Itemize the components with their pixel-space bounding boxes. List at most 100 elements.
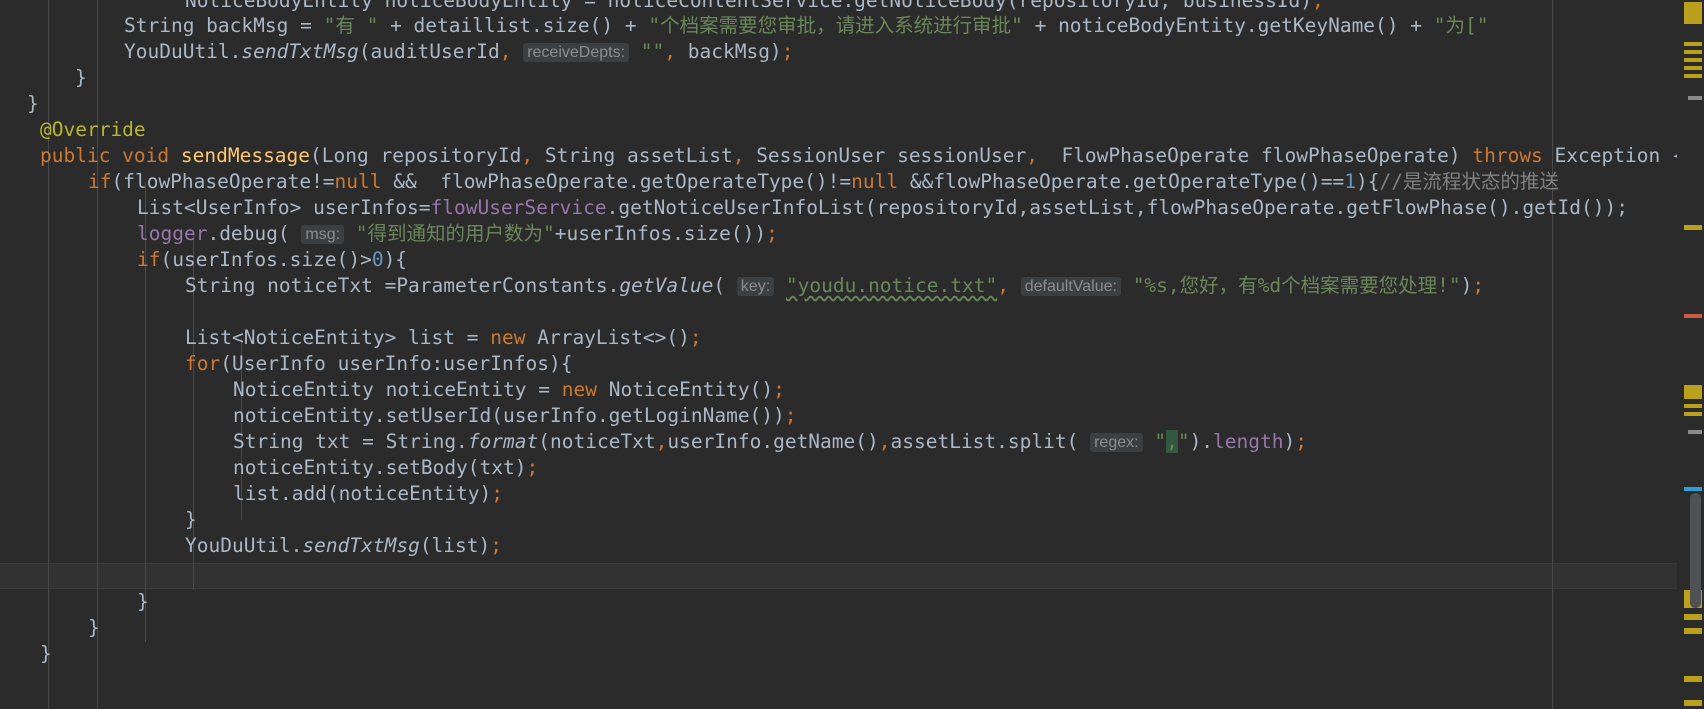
right-margin-line bbox=[1552, 0, 1553, 709]
error-stripe-marker-warn[interactable] bbox=[1684, 628, 1702, 634]
code-line[interactable]: } bbox=[0, 641, 52, 667]
code-line[interactable]: List<NoticeEntity> list = new ArrayList<… bbox=[0, 325, 702, 351]
inline-parameter-hint: defaultValue: bbox=[1020, 277, 1121, 296]
code-token-semi: ; bbox=[773, 378, 785, 401]
code-line[interactable]: for(UserInfo userInfo:userInfos){ bbox=[0, 351, 572, 377]
code-token-ident: (auditUserId bbox=[358, 40, 500, 63]
code-token-ident: userInfo.getName() bbox=[667, 430, 879, 453]
code-line[interactable]: String txt = String.format(noticeTxt,use… bbox=[0, 429, 1307, 455]
error-stripe-marker-warn[interactable] bbox=[1684, 50, 1702, 54]
code-token-keyword: public void bbox=[40, 144, 181, 167]
code-token-static: sendTxtMsg bbox=[302, 534, 420, 557]
code-token-ident: (noticeTxt bbox=[538, 430, 656, 453]
code-line[interactable]: List<UserInfo> userInfos=flowUserService… bbox=[0, 195, 1628, 221]
code-line[interactable]: String backMsg = "有 " + detaillist.size(… bbox=[0, 13, 1488, 39]
code-token-ident: Exception { bbox=[1542, 144, 1677, 167]
code-line[interactable]: } bbox=[0, 507, 197, 533]
code-token-keyword: new bbox=[490, 326, 526, 349]
code-token-semi: ; bbox=[781, 40, 794, 63]
error-stripe-marker-warn[interactable] bbox=[1684, 404, 1702, 408]
code-token-string: "得到通知的用户数为" bbox=[355, 222, 555, 245]
code-token-semi: ; bbox=[1295, 430, 1307, 453]
error-stripe-marker-warn[interactable] bbox=[1684, 676, 1702, 682]
code-token-ident: String backMsg = bbox=[124, 14, 324, 37]
error-stripe-marker-warn[interactable] bbox=[1684, 614, 1702, 620]
error-stripe-marker-err[interactable] bbox=[1684, 314, 1702, 318]
code-line[interactable]: } bbox=[0, 91, 39, 117]
code-line[interactable] bbox=[0, 299, 185, 325]
code-line[interactable]: } bbox=[0, 615, 100, 641]
error-stripe-marker-warn[interactable] bbox=[1684, 66, 1702, 70]
code-token-keyword: if bbox=[88, 170, 112, 193]
error-stripe-marker-warn[interactable] bbox=[1684, 225, 1702, 230]
code-token-ident bbox=[1121, 274, 1133, 297]
code-token-ident bbox=[1143, 430, 1155, 453]
code-line[interactable] bbox=[0, 559, 185, 585]
code-token-ident: String assetList bbox=[533, 144, 733, 167]
code-token-keyword: null bbox=[851, 170, 899, 193]
code-editor[interactable]: NoticeBodyEntity noticeBodyEntity = noti… bbox=[0, 0, 1677, 709]
code-token-ident: noticeEntity.setUserId(userInfo.getLogin… bbox=[233, 404, 785, 427]
code-token-ident: ) bbox=[1460, 274, 1473, 297]
error-stripe-marker-warn[interactable] bbox=[1684, 74, 1702, 78]
code-token-ident: ( bbox=[713, 274, 737, 297]
error-stripe-marker-warn[interactable] bbox=[1684, 385, 1702, 399]
code-line[interactable]: list.add(noticeEntity); bbox=[0, 481, 503, 507]
vertical-scrollbar-thumb[interactable] bbox=[1690, 493, 1701, 608]
code-token-comma: , bbox=[997, 274, 1009, 297]
code-token-ident bbox=[629, 40, 641, 63]
code-line[interactable]: noticeEntity.setUserId(userInfo.getLogin… bbox=[0, 403, 797, 429]
code-token-ident: } bbox=[137, 590, 149, 613]
code-token-ident: SessionUser sessionUser bbox=[744, 144, 1027, 167]
error-stripe-marker-blue[interactable] bbox=[1684, 487, 1702, 491]
code-token-ident: } bbox=[185, 508, 197, 531]
inline-parameter-hint: msg: bbox=[301, 225, 345, 244]
code-token-comma: , bbox=[499, 40, 512, 63]
code-line[interactable]: logger.debug( msg: "得到通知的用户数为"+userInfos… bbox=[0, 221, 778, 247]
code-token-semi: ; bbox=[490, 534, 503, 557]
code-token-ident: ArrayList<>() bbox=[525, 326, 690, 349]
code-line[interactable]: if(userInfos.size()>0){ bbox=[0, 247, 407, 273]
code-line[interactable]: YouDuUtil.sendTxtMsg(auditUserId, receiv… bbox=[0, 39, 793, 65]
code-token-ident bbox=[1009, 274, 1021, 297]
code-token-ident: (userInfos.size()> bbox=[160, 248, 372, 271]
code-token-keyword: if bbox=[137, 248, 161, 271]
code-token-method: sendMessage bbox=[180, 144, 311, 167]
code-token-semi: ; bbox=[491, 482, 504, 505]
error-stripe-marker-bar[interactable] bbox=[1677, 0, 1704, 709]
code-token-string: "" bbox=[640, 40, 665, 63]
code-token-ident: YouDuUtil. bbox=[124, 40, 242, 63]
code-line[interactable]: } bbox=[0, 65, 87, 91]
code-token-ident: String txt = String. bbox=[233, 430, 468, 453]
code-token-ident: NoticeEntity noticeEntity = bbox=[233, 378, 562, 401]
code-token-comma: , bbox=[1026, 144, 1038, 167]
code-line[interactable]: } bbox=[0, 589, 149, 615]
code-line[interactable]: public void sendMessage(Long repositoryI… bbox=[0, 143, 1677, 169]
code-token-ident: (flowPhaseOperate!= bbox=[111, 170, 335, 193]
code-line[interactable]: NoticeEntity noticeEntity = new NoticeEn… bbox=[0, 377, 785, 403]
code-line[interactable]: noticeEntity.setBody(txt); bbox=[0, 455, 538, 481]
code-token-ident: NoticeEntity() bbox=[596, 378, 774, 401]
string-literal-spellcheck: "youdu.notice.txt" bbox=[785, 274, 998, 297]
error-stripe-marker-warn[interactable] bbox=[1684, 2, 1702, 24]
error-stripe-marker-warn[interactable] bbox=[1684, 700, 1702, 706]
code-line[interactable]: String noticeTxt =ParameterConstants.get… bbox=[0, 273, 1484, 299]
error-stripe-marker-info[interactable] bbox=[1688, 96, 1702, 100]
code-line[interactable]: if(flowPhaseOperate!=null && flowPhaseOp… bbox=[0, 169, 1559, 195]
error-stripe-marker-warn[interactable] bbox=[1684, 42, 1702, 46]
code-token-number: 1 bbox=[1344, 170, 1356, 193]
error-stripe-marker-info[interactable] bbox=[1688, 430, 1702, 434]
code-token-comma: , bbox=[664, 40, 677, 63]
code-token-ident: String noticeTxt =ParameterConstants. bbox=[185, 274, 620, 297]
code-line[interactable]: YouDuUtil.sendTxtMsg(list); bbox=[0, 533, 502, 559]
error-stripe-marker-warn[interactable] bbox=[1684, 412, 1702, 416]
code-token-semi: ; bbox=[1312, 0, 1324, 12]
code-line[interactable]: @Override bbox=[0, 117, 146, 143]
code-token-ident: YouDuUtil. bbox=[185, 534, 303, 557]
code-token-string: " bbox=[1177, 430, 1190, 453]
code-line[interactable]: NoticeBodyEntity noticeBodyEntity = noti… bbox=[0, 0, 1324, 14]
code-token-ident: (Long repositoryId bbox=[310, 144, 522, 167]
error-stripe-marker-warn[interactable] bbox=[1684, 58, 1702, 62]
code-token-ident bbox=[774, 274, 786, 297]
code-token-ident: &&flowPhaseOperate.getOperateType()== bbox=[898, 170, 1345, 193]
